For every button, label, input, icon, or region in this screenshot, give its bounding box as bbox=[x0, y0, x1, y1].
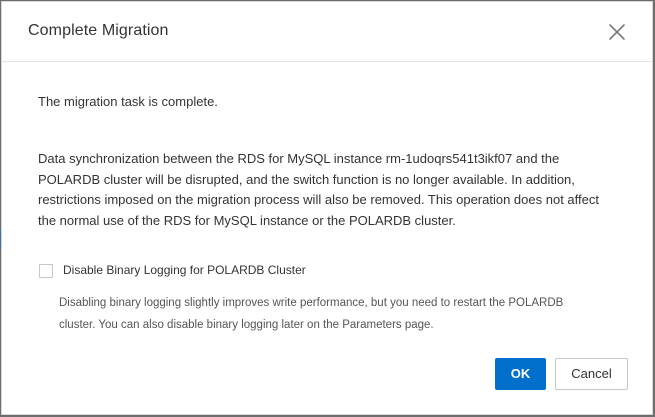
disable-binlog-label[interactable]: Disable Binary Logging for POLARDB Clust… bbox=[63, 263, 306, 277]
cancel-button[interactable]: Cancel bbox=[555, 358, 628, 390]
close-button[interactable] bbox=[607, 22, 627, 42]
binlog-hint-text: Disabling binary logging slightly improv… bbox=[59, 297, 564, 331]
completion-message: The migration task is complete. bbox=[38, 94, 218, 109]
close-icon bbox=[609, 24, 625, 40]
ok-button[interactable]: OK bbox=[495, 358, 546, 390]
disable-binlog-checkbox[interactable] bbox=[39, 264, 53, 278]
dialog-title: Complete Migration bbox=[28, 22, 169, 39]
dialog-header: Complete Migration bbox=[2, 2, 652, 62]
complete-migration-dialog: Complete Migration The migration task is… bbox=[1, 1, 653, 415]
migration-detail-message: Data synchronization between the RDS for… bbox=[38, 151, 599, 228]
